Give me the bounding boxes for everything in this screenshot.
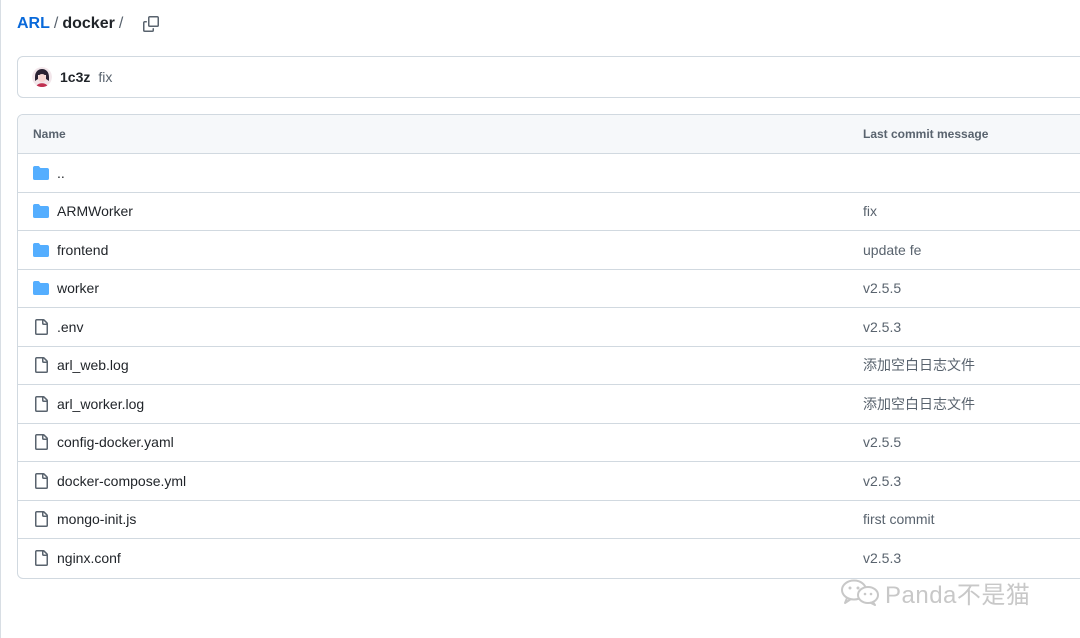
breadcrumb: ARL / docker / [17,12,161,36]
table-row[interactable]: nginx.conf v2.5.3 [18,539,1080,578]
file-icon [33,511,49,528]
table-row[interactable]: config-docker.yaml v2.5.5 [18,424,1080,462]
table-header: Name Last commit message [18,115,1080,154]
column-header-commit-message: Last commit message [863,127,989,141]
copy-path-button[interactable] [141,14,161,34]
commit-message-link[interactable]: 添加空白日志文件 [863,394,975,414]
commit-message-link[interactable]: first commit [863,511,935,527]
commit-message-link[interactable]: fix [98,69,112,85]
folder-link[interactable]: .. [57,165,65,181]
breadcrumb-separator: / [118,15,124,32]
commit-message-link[interactable]: fix [863,203,877,219]
commit-message-link[interactable]: v2.5.5 [863,280,901,296]
folder-link[interactable]: ARMWorker [57,203,133,219]
breadcrumb-separator: / [53,15,59,32]
table-row[interactable]: ARMWorker fix [18,193,1080,231]
commit-message-link[interactable]: 添加空白日志文件 [863,355,975,375]
breadcrumb-repo-link[interactable]: ARL [17,12,50,36]
column-header-name: Name [33,127,66,141]
file-link[interactable]: nginx.conf [57,550,121,566]
copy-icon [143,16,160,32]
wechat-icon [841,579,879,606]
folder-link[interactable]: frontend [57,242,108,258]
commit-message-link[interactable]: v2.5.3 [863,550,901,566]
commit-message-link[interactable]: update fe [863,242,921,258]
commit-message-link[interactable]: v2.5.5 [863,434,901,450]
table-row[interactable]: arl_web.log 添加空白日志文件 [18,347,1080,385]
file-list: .. ARMWorker fix frontend update fe worker v2.… [18,154,1080,578]
table-row[interactable]: frontend update fe [18,231,1080,270]
watermark: Panda不是猫 [839,574,1030,610]
table-row[interactable]: .env v2.5.3 [18,308,1080,347]
file-link[interactable]: docker-compose.yml [57,473,186,489]
folder-link[interactable]: worker [57,280,99,296]
table-row[interactable]: arl_worker.log 添加空白日志文件 [18,385,1080,424]
folder-icon [33,203,49,219]
file-link[interactable]: config-docker.yaml [57,434,174,450]
avatar[interactable] [32,67,52,87]
commit-message-link[interactable]: v2.5.3 [863,473,901,489]
folder-icon [33,280,49,296]
latest-commit-bar: 1c3z fix [17,56,1080,98]
file-icon [33,395,49,412]
table-row[interactable]: .. [18,154,1080,193]
file-link[interactable]: mongo-init.js [57,511,136,527]
repo-file-browser: ARL / docker / 1c3z fix Name Last commit… [0,0,1080,638]
file-icon [33,550,49,567]
breadcrumb-current-folder: docker [62,15,115,32]
file-icon [33,434,49,451]
file-link[interactable]: .env [57,319,83,335]
file-link[interactable]: arl_worker.log [57,396,144,412]
file-icon [33,472,49,489]
table-row[interactable]: mongo-init.js first commit [18,501,1080,539]
file-icon [33,357,49,374]
file-link[interactable]: arl_web.log [57,357,129,373]
commit-author-link[interactable]: 1c3z [60,69,90,85]
folder-icon [33,242,49,258]
table-row[interactable]: docker-compose.yml v2.5.3 [18,462,1080,501]
watermark-text: Panda不是猫 [885,581,1031,609]
table-row[interactable]: worker v2.5.5 [18,270,1080,308]
commit-message-link[interactable]: v2.5.3 [863,319,901,335]
folder-icon [33,165,49,181]
avatar-image [32,67,52,87]
file-table: Name Last commit message .. ARMWorker fix f… [17,114,1080,579]
file-icon [33,318,49,335]
